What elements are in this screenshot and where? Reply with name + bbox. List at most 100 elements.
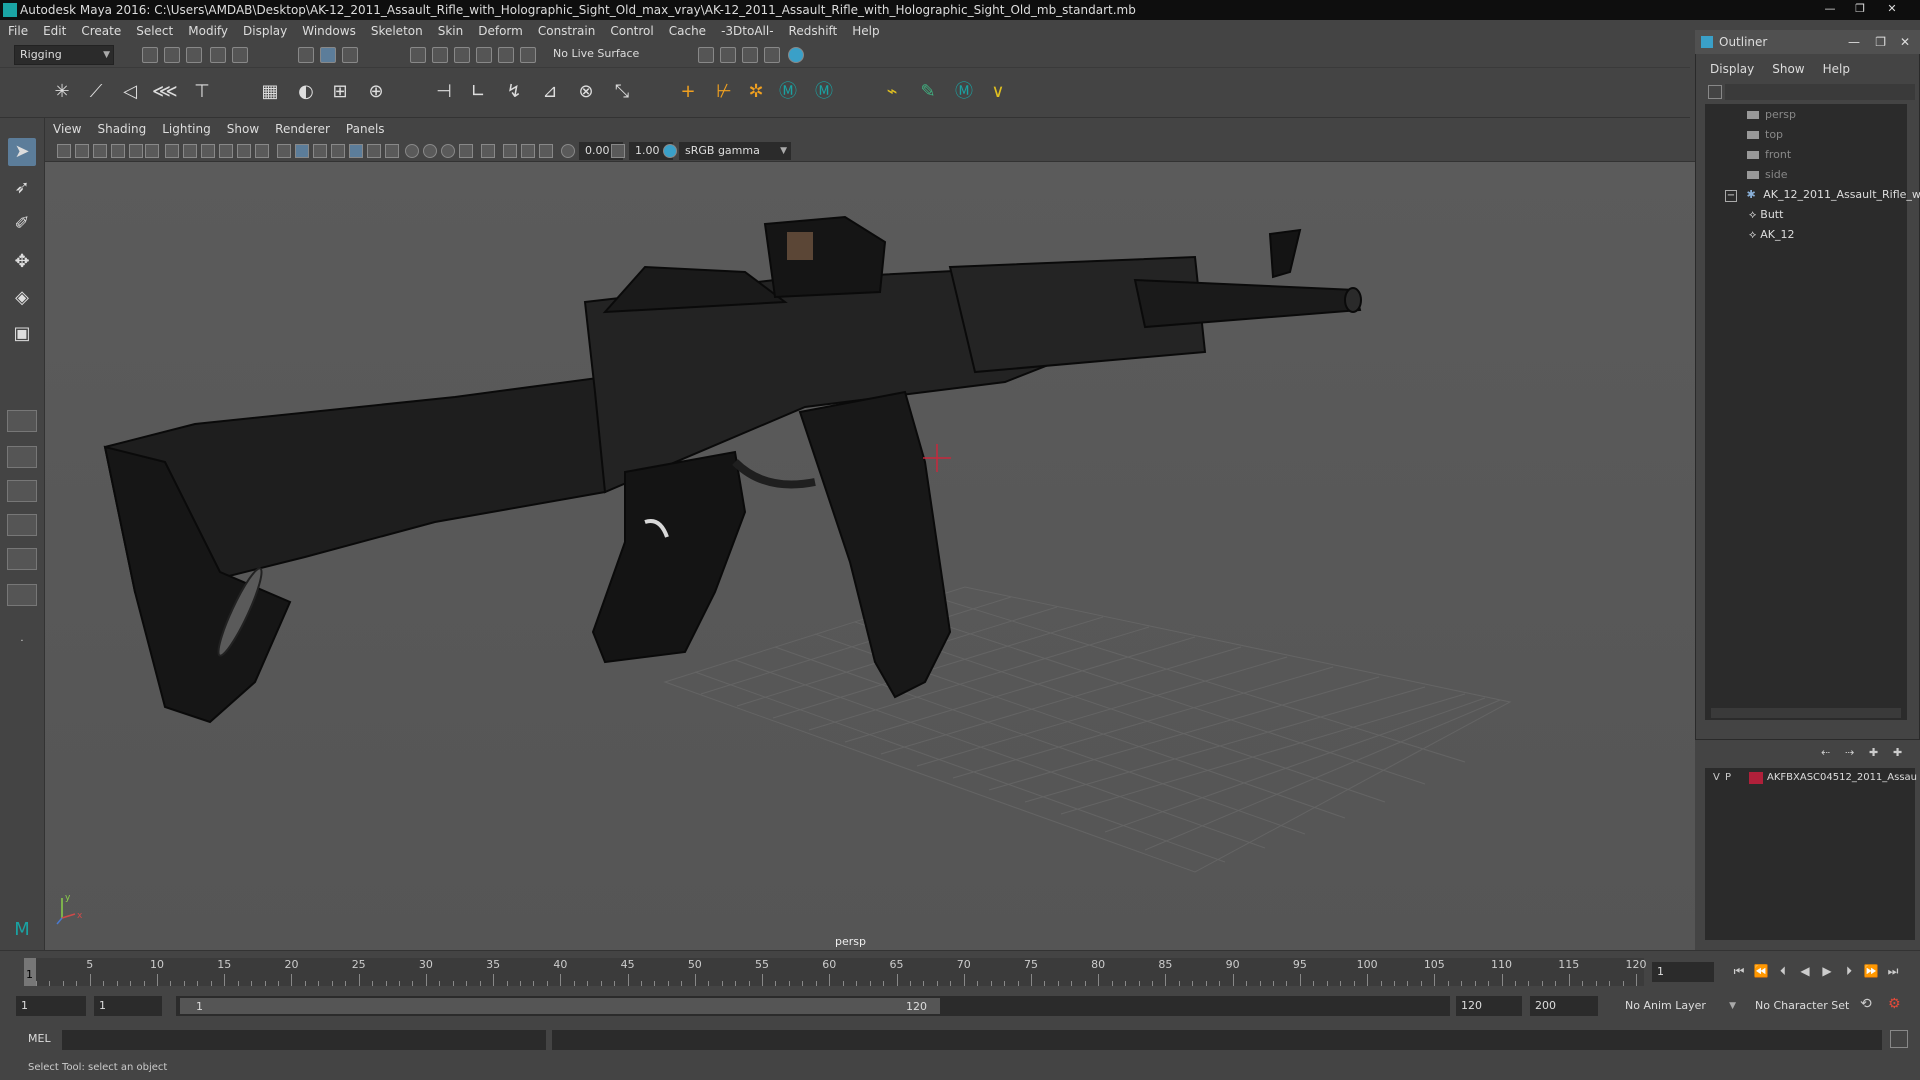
safe-action-icon[interactable] (255, 144, 269, 158)
auto-key-icon[interactable]: ⟲ (1860, 996, 1872, 1012)
orient-joint-icon[interactable]: ⋘ (152, 80, 178, 104)
mirror-joint-icon[interactable]: ◁ (118, 80, 142, 104)
paint-weights-icon[interactable]: ◐ (294, 80, 318, 104)
layer-color-swatch[interactable] (1749, 772, 1763, 784)
wireframe-icon[interactable] (277, 144, 291, 158)
animation-prefs-icon[interactable]: ⚙ (1888, 996, 1901, 1012)
redo-icon[interactable] (232, 47, 248, 63)
current-frame-field[interactable]: 1 (1652, 962, 1714, 982)
isolate-select-icon[interactable] (481, 144, 495, 158)
new-layer-selected-icon[interactable]: ✚ (1869, 746, 1878, 759)
gate-mask-icon[interactable] (219, 144, 233, 158)
render-settings-icon[interactable] (764, 47, 780, 63)
ipr-render-icon[interactable] (742, 47, 758, 63)
rifle-model[interactable] (103, 215, 1362, 724)
panel-menu-panels[interactable]: Panels (346, 122, 385, 136)
range-slider-handle[interactable] (180, 998, 940, 1014)
camera-attributes-icon[interactable] (75, 144, 89, 158)
xray-joints-icon[interactable] (521, 144, 535, 158)
hypershade-icon[interactable] (788, 47, 804, 63)
menu-deform[interactable]: Deform (478, 24, 523, 38)
select-object-icon[interactable] (320, 47, 336, 63)
select-hierarchy-icon[interactable] (298, 47, 314, 63)
outliner-menu-show[interactable]: Show (1772, 62, 1804, 76)
hik-control-icon[interactable]: Ⓜ (952, 80, 976, 104)
outliner-filter-icon[interactable] (1708, 85, 1722, 99)
character-set-dropdown[interactable]: No Character Set (1750, 996, 1864, 1016)
live-surface-field[interactable]: No Live Surface (548, 45, 656, 65)
2d-pan-zoom-icon[interactable] (129, 144, 143, 158)
four-pane-layout-icon[interactable] (7, 446, 37, 468)
scale-tool-icon[interactable]: ▣ (8, 320, 36, 348)
play-forwards-icon[interactable]: ▶ (1818, 962, 1836, 980)
snap-surface-icon[interactable] (498, 47, 514, 63)
move-tool-icon[interactable]: ✥ (8, 248, 36, 276)
outliner-close-button[interactable]: ✕ (1900, 30, 1910, 54)
go-to-end-icon[interactable]: ⏭ (1884, 962, 1902, 980)
maximize-button[interactable]: ❐ (1848, 2, 1872, 16)
step-forward-key-icon[interactable]: ⏩ (1862, 962, 1880, 980)
scale-constraint-icon[interactable]: ⊿ (538, 80, 562, 104)
aim-constraint-icon[interactable]: ⊗ (574, 80, 598, 104)
anim-layer-dropdown[interactable]: No Anim Layer ▼ (1620, 996, 1740, 1016)
go-to-start-icon[interactable]: ⏮ (1730, 962, 1748, 980)
insert-joint-icon[interactable]: ⟋ (84, 80, 108, 104)
time-ruler[interactable]: 5 10 15 20 25 30 35 40 45 50 55 60 65 70 75 80 85 90 95 100… (24, 958, 1647, 986)
layer-move-down-icon[interactable]: ⇢ (1845, 746, 1854, 759)
lasso-tool-icon[interactable]: ➶ (8, 174, 36, 202)
grease-pencil-icon[interactable] (145, 144, 159, 158)
menu-3dtoall[interactable]: -3DtoAll- (721, 24, 773, 38)
menu-file[interactable]: File (8, 24, 28, 38)
outliner-horizontal-scrollbar[interactable] (1711, 708, 1901, 718)
select-camera-icon[interactable] (57, 144, 71, 158)
field-chart-icon[interactable] (237, 144, 251, 158)
ik-rp-icon[interactable]: ✲ (744, 80, 768, 104)
paint-select-icon[interactable]: ✐ (8, 210, 36, 238)
menu-skeleton[interactable]: Skeleton (371, 24, 423, 38)
two-pane-side-layout-icon[interactable] (7, 480, 37, 502)
snap-projected-icon[interactable] (520, 47, 536, 63)
two-pane-stacked-layout-icon[interactable] (7, 514, 37, 536)
quick-rig-icon[interactable]: ⌁ (880, 80, 904, 104)
layer-playback-toggle[interactable]: P (1725, 768, 1731, 788)
rotate-tool-icon[interactable]: ◈ (8, 284, 36, 312)
layout-more-icon[interactable]: · (8, 628, 36, 656)
use-all-lights-icon[interactable] (367, 144, 381, 158)
textured-icon[interactable] (349, 144, 363, 158)
command-input[interactable] (62, 1030, 546, 1050)
menu-create[interactable]: Create (81, 24, 121, 38)
snap-point-icon[interactable] (454, 47, 470, 63)
panel-menu-show[interactable]: Show (227, 122, 259, 136)
play-backwards-icon[interactable]: ◀ (1796, 962, 1814, 980)
outliner-menu-display[interactable]: Display (1710, 62, 1754, 76)
menu-cache[interactable]: Cache (669, 24, 706, 38)
menu-help[interactable]: Help (852, 24, 879, 38)
menu-skin[interactable]: Skin (438, 24, 464, 38)
minimize-button[interactable]: — (1818, 2, 1842, 16)
layer-move-up-icon[interactable]: ⇠ (1821, 746, 1830, 759)
select-tool-icon[interactable]: ➤ (8, 138, 36, 166)
orient-constraint-icon[interactable]: ↯ (502, 80, 526, 104)
3d-viewport[interactable]: y x (45, 162, 1695, 950)
outliner-minimize-button[interactable]: — (1848, 30, 1860, 54)
panel-menu-lighting[interactable]: Lighting (162, 122, 211, 136)
layer-visibility-toggle[interactable]: V (1713, 768, 1720, 788)
resolution-gate-icon[interactable] (201, 144, 215, 158)
script-editor-icon[interactable] (1890, 1030, 1908, 1048)
panel-menu-view[interactable]: View (53, 122, 81, 136)
step-forward-frame-icon[interactable]: ⏵ (1840, 962, 1858, 980)
undo-icon[interactable] (210, 47, 226, 63)
outliner-item-top[interactable]: top (1747, 126, 1783, 144)
layer-name[interactable]: AKFBXASC04512_2011_Assau (1767, 768, 1917, 788)
three-pane-layout-icon[interactable] (7, 548, 37, 570)
shadows-icon[interactable] (385, 144, 399, 158)
panel-menu-shading[interactable]: Shading (97, 122, 146, 136)
point-constraint-icon[interactable]: ∟ (466, 80, 490, 104)
menu-select[interactable]: Select (136, 24, 173, 38)
outliner-menu-help[interactable]: Help (1823, 62, 1850, 76)
lattice-icon[interactable]: ⊞ (328, 80, 352, 104)
outliner-item-side[interactable]: side (1747, 166, 1788, 184)
blend-shape-icon[interactable]: ∨ (986, 80, 1010, 104)
playback-start-field[interactable]: 1 (94, 996, 162, 1016)
xray-icon[interactable] (503, 144, 517, 158)
